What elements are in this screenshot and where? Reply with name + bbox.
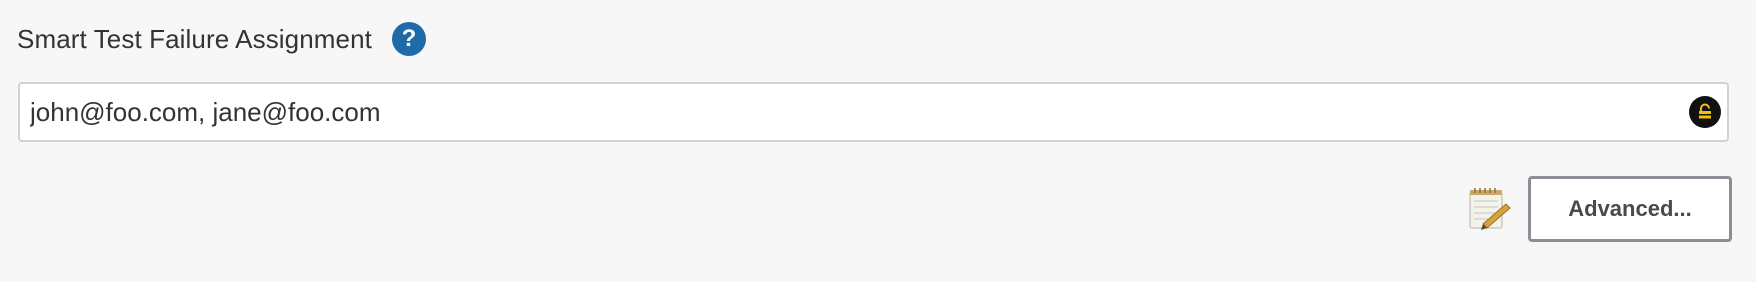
lock-icon[interactable] — [1689, 96, 1721, 128]
notepad-edit-icon[interactable] — [1466, 186, 1512, 232]
section-title: Smart Test Failure Assignment — [17, 23, 373, 54]
question-mark-glyph: ? — [401, 25, 417, 52]
assignees-input[interactable] — [20, 84, 1689, 140]
actions-row: Advanced... — [1466, 176, 1732, 242]
help-question-icon[interactable]: ? — [392, 22, 427, 56]
lock-glyph — [1699, 103, 1711, 119]
advanced-button[interactable]: Advanced... — [1528, 176, 1732, 242]
assignees-field[interactable] — [18, 82, 1729, 142]
section-header: Smart Test Failure Assignment ? — [17, 18, 427, 60]
